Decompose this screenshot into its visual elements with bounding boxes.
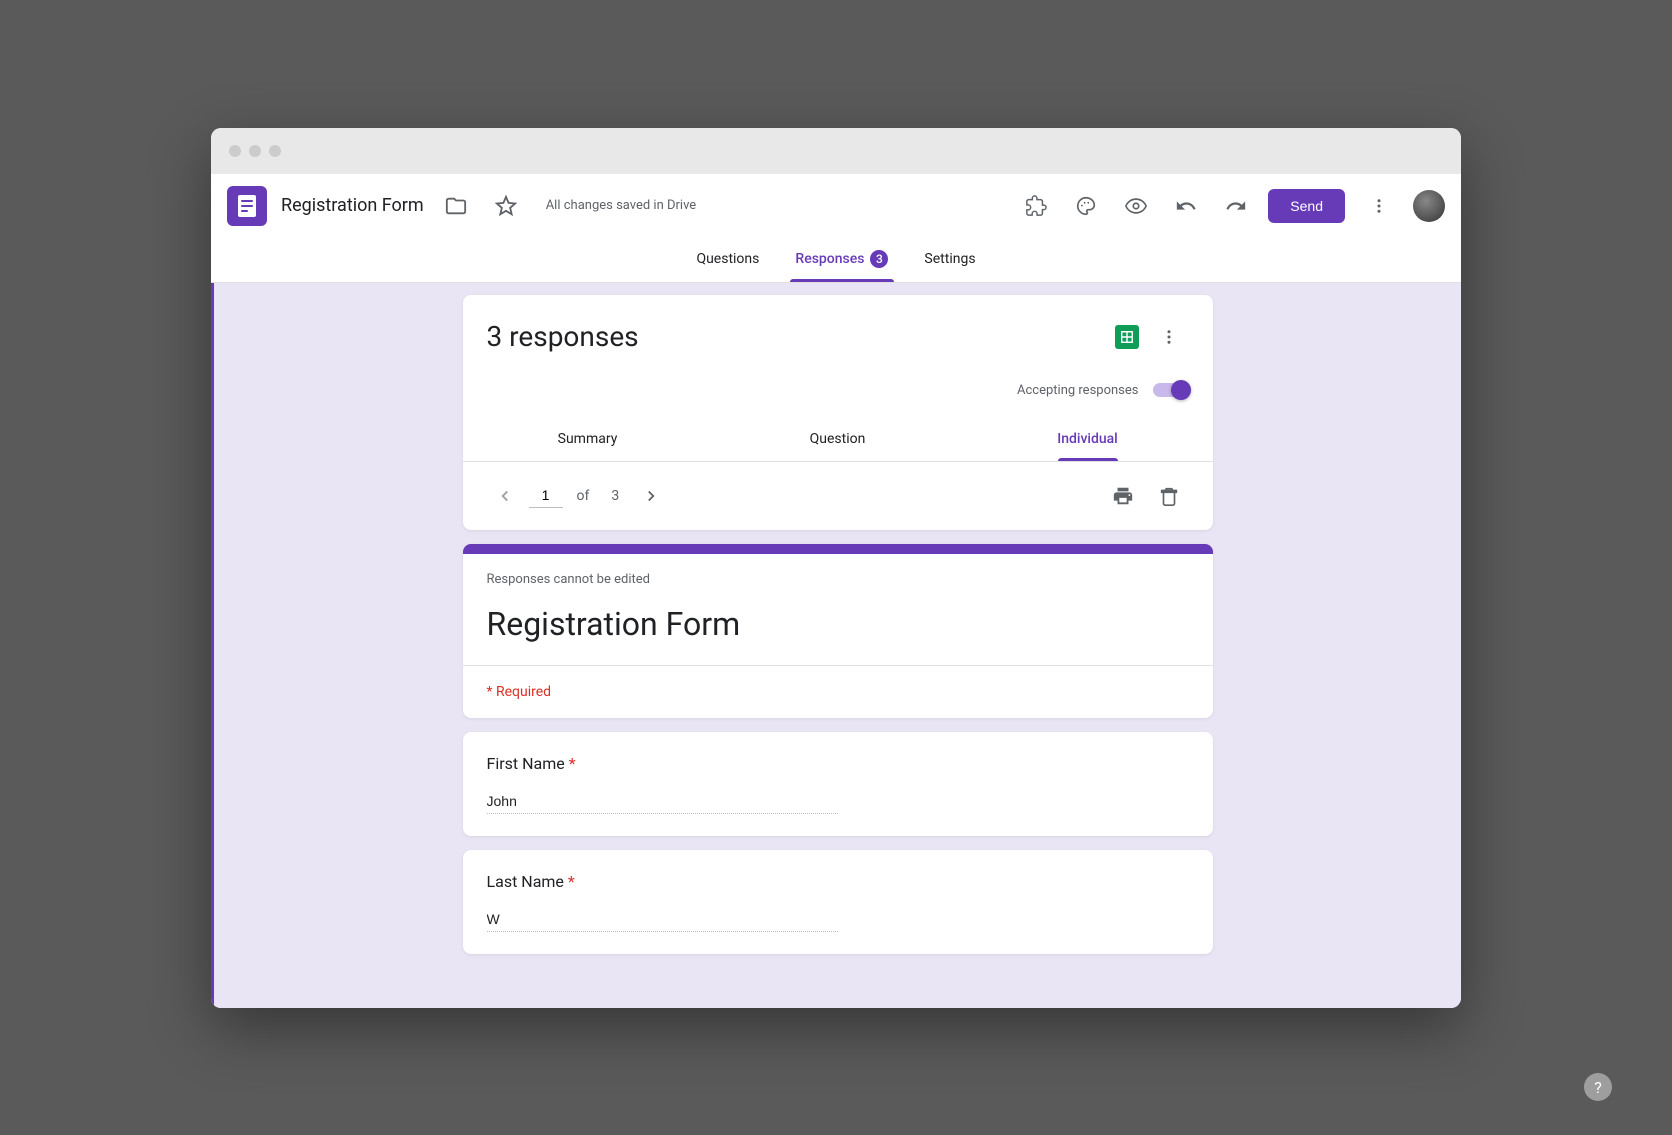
delete-response-icon[interactable] — [1149, 476, 1189, 516]
question-card-last-name: Last Name * — [463, 850, 1213, 954]
question-label: Last Name * — [487, 872, 1189, 891]
toggle-thumb — [1171, 380, 1191, 400]
star-icon[interactable] — [488, 188, 524, 224]
pager-of-label: of — [569, 488, 598, 504]
link-to-sheets-icon[interactable] — [1115, 325, 1139, 349]
form-view-title: Registration Form — [463, 605, 1213, 665]
accepting-responses-toggle[interactable] — [1153, 383, 1189, 397]
tab-responses[interactable]: Responses 3 — [777, 238, 906, 282]
redo-icon[interactable] — [1218, 188, 1254, 224]
required-star-icon: * — [568, 872, 575, 891]
prev-response-icon[interactable] — [487, 478, 523, 514]
tab-settings[interactable]: Settings — [906, 238, 993, 282]
accepting-responses-label: Accepting responses — [1017, 383, 1139, 398]
pager-total: 3 — [603, 488, 627, 504]
tab-responses-label: Responses — [795, 251, 864, 267]
last-name-input[interactable] — [487, 907, 838, 932]
required-star-icon: * — [569, 754, 576, 773]
first-name-input[interactable] — [487, 789, 838, 814]
responses-count-badge: 3 — [870, 250, 888, 268]
maximize-window-button[interactable] — [269, 145, 281, 157]
app-window: Registration Form All changes saved in D… — [211, 128, 1461, 1008]
responses-count-title: 3 responses — [487, 320, 1105, 353]
addons-icon[interactable] — [1018, 188, 1054, 224]
save-status: All changes saved in Drive — [546, 198, 697, 213]
undo-icon[interactable] — [1168, 188, 1204, 224]
sub-tab-question[interactable]: Question — [713, 417, 963, 461]
form-title[interactable]: Registration Form — [281, 195, 424, 216]
close-window-button[interactable] — [229, 145, 241, 157]
main-tabs: Questions Responses 3 Settings — [211, 238, 1461, 283]
edit-notice: Responses cannot be edited — [463, 554, 1213, 605]
app-header: Registration Form All changes saved in D… — [211, 174, 1461, 238]
preview-eye-icon[interactable] — [1118, 188, 1154, 224]
minimize-window-button[interactable] — [249, 145, 261, 157]
workspace: 3 responses Accepting responses Summary … — [211, 283, 1461, 1008]
print-response-icon[interactable] — [1103, 476, 1143, 516]
forms-logo-icon[interactable] — [227, 186, 267, 226]
os-titlebar — [211, 128, 1461, 174]
user-avatar[interactable] — [1413, 190, 1445, 222]
sub-tab-individual[interactable]: Individual — [963, 417, 1213, 461]
tab-questions[interactable]: Questions — [678, 238, 777, 282]
tab-questions-label: Questions — [696, 251, 759, 267]
responses-card: 3 responses Accepting responses Summary … — [463, 295, 1213, 530]
required-indicator: * Required — [463, 665, 1213, 718]
tab-settings-label: Settings — [924, 251, 975, 267]
responses-more-menu-icon[interactable] — [1149, 317, 1189, 357]
sub-tab-summary[interactable]: Summary — [463, 417, 713, 461]
more-menu-icon[interactable] — [1359, 186, 1399, 226]
responses-sub-tabs: Summary Question Individual — [463, 416, 1213, 461]
send-button[interactable]: Send — [1268, 189, 1345, 223]
form-title-card: Responses cannot be edited Registration … — [463, 544, 1213, 718]
response-index-input[interactable] — [529, 483, 563, 508]
theme-palette-icon[interactable] — [1068, 188, 1104, 224]
move-to-folder-icon[interactable] — [438, 188, 474, 224]
response-pager: of 3 — [463, 461, 1213, 530]
help-icon[interactable]: ? — [1584, 1073, 1612, 1101]
question-card-first-name: First Name * — [463, 732, 1213, 836]
question-label: First Name * — [487, 754, 1189, 773]
question-label-text: First Name — [487, 754, 565, 773]
next-response-icon[interactable] — [633, 478, 669, 514]
question-label-text: Last Name — [487, 872, 564, 891]
